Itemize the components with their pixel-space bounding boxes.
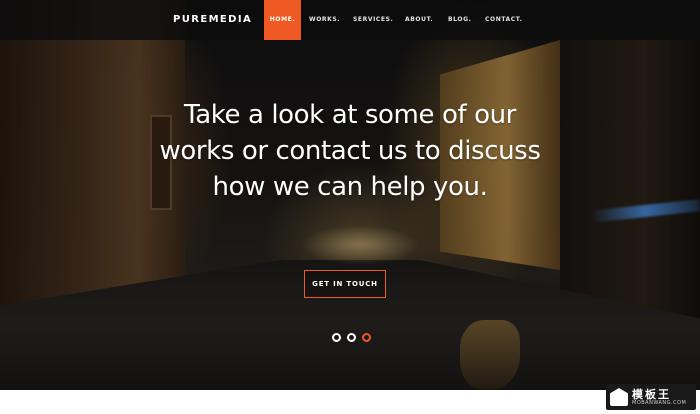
hero-section: Take a look at some of our works or cont… bbox=[0, 0, 700, 390]
slider-dot-3[interactable] bbox=[362, 333, 371, 342]
nav-item-about[interactable]: ABOUT. bbox=[405, 0, 433, 40]
nav-item-services[interactable]: SERVICES. bbox=[353, 0, 393, 40]
watermark-logo-icon bbox=[610, 388, 628, 406]
slider-dot-1[interactable] bbox=[332, 333, 341, 342]
slider-dot-2[interactable] bbox=[347, 333, 356, 342]
hero-headline: Take a look at some of our works or cont… bbox=[159, 100, 541, 202]
nav-item-blog[interactable]: BLOG. bbox=[448, 0, 472, 40]
watermark-badge: 模板王 MOBANWANG.COM bbox=[606, 384, 696, 410]
nav-item-home[interactable]: HOME. bbox=[264, 0, 301, 40]
watermark-url: MOBANWANG.COM bbox=[632, 400, 687, 406]
nav-item-contact[interactable]: CONTACT. bbox=[485, 0, 522, 40]
site-logo[interactable]: PUREMEDIA bbox=[173, 14, 252, 25]
get-in-touch-button[interactable]: GET IN TOUCH bbox=[304, 270, 386, 298]
top-navigation-bar: PUREMEDIA HOME. WORKS. SERVICES. ABOUT. … bbox=[0, 0, 700, 40]
nav-item-works[interactable]: WORKS. bbox=[309, 0, 340, 40]
